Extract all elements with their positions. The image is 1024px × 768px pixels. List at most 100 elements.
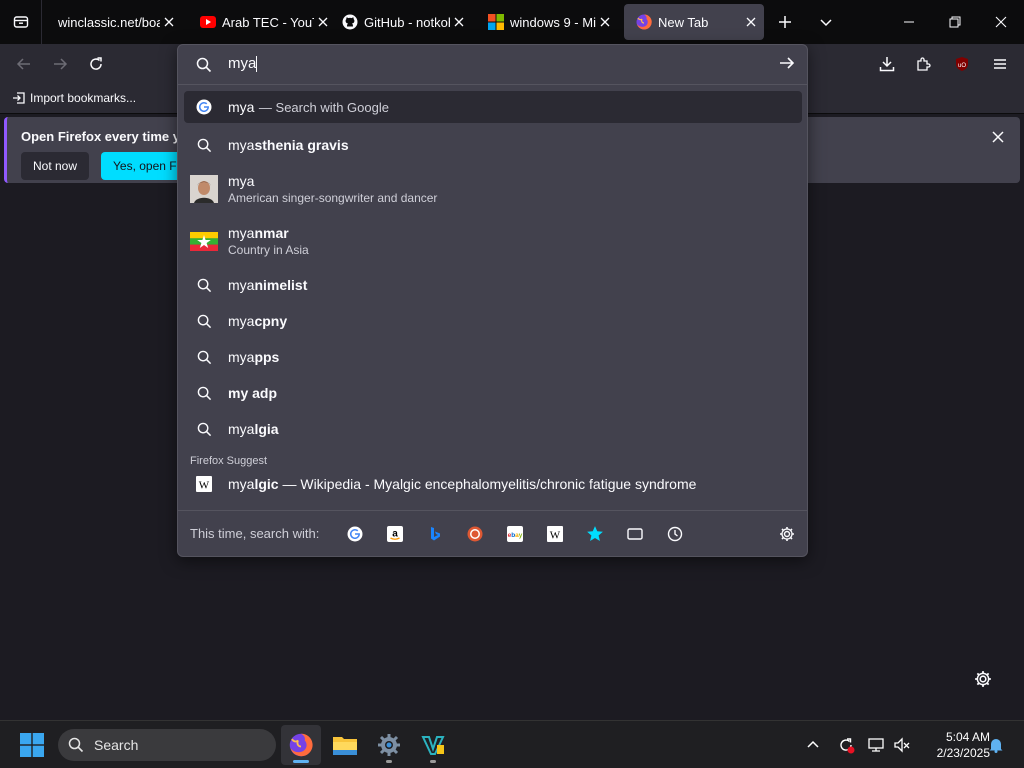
tab-winclassic[interactable]: winclassic.net/board — [46, 4, 182, 40]
urlbar-results: mya — Search with Google myasthenia grav… — [184, 91, 802, 499]
firefox-view-button[interactable] — [0, 0, 42, 44]
import-bookmarks-button[interactable]: Import bookmarks... — [12, 91, 136, 105]
result-suggestion[interactable]: myasthenia gravis — [184, 127, 802, 163]
download-icon — [879, 57, 895, 72]
suggested-text: sthenia gravis — [254, 137, 349, 153]
chevron-down-icon — [820, 19, 832, 27]
typed-text: mya — [228, 476, 255, 492]
running-indicator — [430, 760, 436, 763]
result-suggestion[interactable]: myanimelist — [184, 267, 802, 303]
close-icon[interactable] — [596, 13, 614, 31]
taskbar-file-explorer[interactable] — [325, 725, 365, 765]
wikipedia-icon[interactable]: W — [545, 524, 565, 544]
import-bookmarks-label: Import bookmarks... — [30, 91, 137, 105]
tab-new-tab[interactable]: New Tab — [624, 4, 764, 40]
result-search-google[interactable]: mya — Search with Google — [184, 91, 802, 123]
notification-close-button[interactable] — [988, 127, 1008, 147]
youtube-icon — [200, 14, 216, 30]
result-suggestion[interactable]: myacpny — [184, 303, 802, 339]
urlbar-value: mya — [228, 55, 257, 72]
yes-open-button[interactable]: Yes, open Fire — [101, 152, 181, 180]
amazon-icon[interactable]: a — [385, 524, 405, 544]
maximize-button[interactable] — [932, 0, 978, 44]
show-hidden-icons-button[interactable] — [803, 735, 823, 755]
taskbar-vscode[interactable] — [413, 725, 453, 765]
running-indicator — [386, 760, 392, 763]
typed-text: mya — [228, 421, 255, 437]
history-icon[interactable] — [665, 524, 685, 544]
gear-icon — [780, 527, 794, 541]
extensions-button[interactable] — [910, 50, 938, 78]
active-indicator — [293, 760, 309, 763]
ublock-button[interactable]: uO — [948, 50, 976, 78]
wikipedia-description: — Wikipedia - Myalgic encephalomyelitis/… — [282, 476, 697, 492]
back-button[interactable] — [10, 50, 38, 78]
close-icon[interactable] — [450, 13, 468, 31]
not-now-button[interactable]: Not now — [21, 152, 90, 180]
taskbar-settings[interactable] — [369, 725, 409, 765]
arrow-left-icon — [16, 58, 30, 70]
forward-button[interactable] — [46, 50, 74, 78]
notifications-button[interactable] — [986, 735, 1006, 755]
tab-title: GitHub - notkoh — [364, 14, 450, 30]
system-clock[interactable]: 5:04 AM 2/23/2025 — [918, 729, 990, 761]
volume-tray-icon[interactable] — [892, 735, 912, 755]
taskbar-search-box[interactable]: Search — [58, 729, 276, 761]
tabs-icon[interactable] — [625, 524, 645, 544]
result-suffix: — Search with Google — [258, 99, 389, 115]
firefox-view-icon — [13, 16, 28, 28]
suggested-text: pps — [254, 349, 280, 365]
result-suggestion[interactable]: myalgia — [184, 411, 802, 447]
notification-message: Open Firefox every time you — [21, 129, 196, 144]
bing-icon[interactable] — [425, 524, 445, 544]
new-tab-button[interactable] — [764, 0, 806, 44]
network-tray-icon[interactable] — [866, 735, 886, 755]
myanmar-flag-icon — [190, 227, 218, 255]
text-caret — [256, 56, 258, 73]
app-menu-button[interactable] — [986, 50, 1014, 78]
tab-title: New Tab — [658, 14, 709, 30]
tab-windows9[interactable]: windows 9 - Mic — [476, 4, 618, 40]
result-entity-myanmar[interactable]: myanmar Country in Asia — [184, 215, 802, 267]
search-icon — [196, 57, 212, 78]
search-settings-button[interactable] — [777, 524, 797, 544]
reload-button[interactable] — [82, 50, 110, 78]
windows-logo-icon — [20, 733, 44, 757]
bookmarks-icon[interactable] — [585, 524, 605, 544]
google-icon[interactable] — [345, 524, 365, 544]
close-window-button[interactable] — [978, 0, 1024, 44]
urlbar-input[interactable]: mya — [228, 55, 728, 73]
result-query: mya — [228, 99, 255, 115]
search-icon — [190, 415, 218, 443]
start-button[interactable] — [20, 733, 44, 757]
close-icon[interactable] — [742, 13, 760, 31]
update-tray-icon[interactable] — [836, 735, 856, 755]
downloads-button[interactable] — [873, 50, 901, 78]
new-tab-settings-button[interactable] — [972, 668, 994, 690]
ebay-icon[interactable]: ebay — [505, 524, 525, 544]
minimize-button[interactable] — [886, 0, 932, 44]
result-wikipedia[interactable]: W myalgic — Wikipedia - Myalgic encephal… — [184, 469, 802, 499]
tab-youtube[interactable]: Arab TEC - YouTube — [188, 4, 336, 40]
one-off-search-bar: This time, search with: a ebay W — [178, 510, 807, 556]
typed-text: mya — [228, 277, 255, 293]
firefox-icon — [289, 733, 313, 757]
result-suggestion[interactable]: myapps — [184, 339, 802, 375]
tab-github[interactable]: GitHub - notkoh — [330, 4, 472, 40]
taskbar-firefox[interactable] — [281, 725, 321, 765]
tab-title: windows 9 - Mic — [510, 14, 596, 30]
urlbar-popup: mya mya — Search with Google myasthenia … — [177, 44, 808, 557]
folder-icon — [333, 737, 357, 755]
result-entity-mya[interactable]: mya American singer-songwriter and dance… — [184, 163, 802, 215]
close-icon[interactable] — [160, 13, 178, 31]
typed-text: mya — [228, 349, 255, 365]
go-button[interactable] — [779, 55, 795, 76]
puzzle-icon — [917, 57, 931, 71]
entity-subtitle: American singer-songwriter and dancer — [228, 191, 438, 205]
taskbar: Search 5:04 AM 2/23/2025 — [0, 720, 1024, 768]
list-all-tabs-button[interactable] — [806, 0, 846, 44]
search-icon — [68, 737, 84, 753]
one-off-label: This time, search with: — [190, 526, 320, 541]
duckduckgo-icon[interactable] — [465, 524, 485, 544]
result-suggestion[interactable]: my adp — [184, 375, 802, 411]
